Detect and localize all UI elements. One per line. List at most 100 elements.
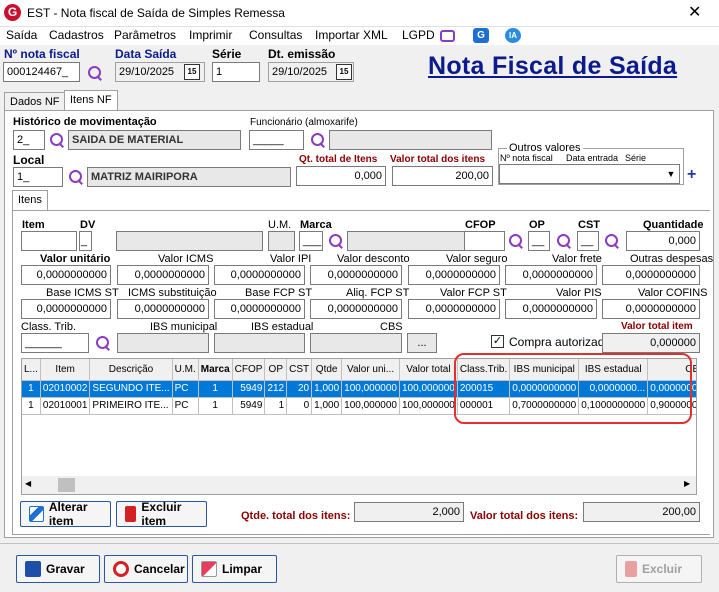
search-icon[interactable] <box>556 233 572 249</box>
menu-consultas[interactable]: Consultas <box>249 28 302 42</box>
edit-icon <box>29 506 44 522</box>
calendar-icon[interactable]: 15 <box>336 64 352 80</box>
menu-cadastros[interactable]: Cadastros <box>49 28 104 42</box>
search-icon[interactable] <box>49 132 65 148</box>
base-icms-st-input[interactable]: 0,0000000000 <box>21 299 111 319</box>
local-code-input[interactable]: 1_ <box>13 167 63 187</box>
search-icon[interactable] <box>508 233 524 249</box>
local-label: Local <box>13 153 45 167</box>
outras-despesas-input[interactable]: 0,0000000000 <box>602 265 700 285</box>
menu-importar-xml[interactable]: Importar XML <box>315 28 388 42</box>
valor-ipi-input[interactable]: 0,0000000000 <box>214 265 305 285</box>
scroll-thumb[interactable] <box>58 478 75 492</box>
scroll-left-icon[interactable]: ◀ <box>25 479 31 488</box>
historico-code-input[interactable]: 2_ <box>13 130 45 150</box>
col-header[interactable]: U.M. <box>172 359 199 381</box>
cfop-label: CFOP <box>465 219 496 231</box>
menu-parametros[interactable]: Parâmetros <box>114 28 176 42</box>
base-fcp-st-input[interactable]: 0,0000000000 <box>214 299 305 319</box>
title-bar: G EST - Nota fiscal de Saída de Simples … <box>0 0 719 27</box>
search-icon[interactable] <box>95 335 111 351</box>
qt-total-input: 0,000 <box>296 166 386 186</box>
outros-data-label: Data entrada <box>566 153 619 163</box>
marca-input[interactable]: ___ <box>299 231 323 251</box>
valor-desconto-input[interactable]: 0,0000000000 <box>310 265 402 285</box>
valor-frete-input[interactable]: 0,0000000000 <box>505 265 597 285</box>
monitor-icon[interactable] <box>440 30 455 42</box>
ia-icon[interactable]: IA <box>505 28 521 43</box>
app-logo-icon: G <box>4 4 21 21</box>
excluir-button[interactable]: Excluir <box>616 555 702 583</box>
col-header[interactable]: Marca <box>198 359 233 381</box>
menu-saida[interactable]: Saída <box>6 28 37 42</box>
item-label: Item <box>22 219 45 231</box>
col-header[interactable]: Valor total <box>399 359 458 381</box>
gravar-button[interactable]: Gravar <box>16 555 100 583</box>
limpar-button[interactable]: Limpar <box>192 555 277 583</box>
highlight-annotation <box>454 353 692 424</box>
op-input[interactable]: __ <box>528 231 550 251</box>
cell: 100,000000 <box>399 397 458 415</box>
alterar-item-button[interactable]: Alterar item <box>20 500 111 528</box>
search-icon[interactable] <box>68 169 84 185</box>
chevron-down-icon[interactable]: ▼ <box>664 166 678 182</box>
um-input <box>268 231 295 251</box>
search-icon[interactable] <box>604 233 620 249</box>
item-desc <box>116 231 263 251</box>
cancelar-label: Cancelar <box>134 562 185 576</box>
cell: 212 <box>264 380 288 398</box>
col-header[interactable]: Qtde <box>311 359 343 381</box>
funcionario-code-input[interactable]: _____ <box>249 130 304 150</box>
g-icon[interactable]: G <box>473 28 489 43</box>
valor-desconto-label: Valor desconto <box>337 253 410 265</box>
col-header[interactable]: Valor uni... <box>341 359 400 381</box>
dv-input[interactable]: _ <box>79 231 92 251</box>
valor-pis-label: Valor PIS <box>556 287 602 299</box>
col-header[interactable]: CFOP <box>232 359 266 381</box>
col-header[interactable]: Item <box>40 359 91 381</box>
col-header[interactable]: CST <box>286 359 313 381</box>
tab-itens[interactable]: Itens <box>12 190 48 211</box>
col-header[interactable]: Descrição <box>89 359 173 381</box>
search-icon[interactable] <box>87 65 103 81</box>
search-icon[interactable] <box>310 132 326 148</box>
cancelar-button[interactable]: Cancelar <box>104 555 188 583</box>
valor-unitario-label: Valor unitário <box>40 253 111 265</box>
valor-fcp-st-input[interactable]: 0,0000000000 <box>408 299 500 319</box>
add-icon[interactable]: + <box>687 166 696 184</box>
scroll-right-icon[interactable]: ▶ <box>684 479 690 488</box>
excluir-item-button[interactable]: Excluir item <box>116 500 207 528</box>
ellipsis-button[interactable]: ... <box>407 333 437 353</box>
eraser-icon <box>201 561 217 577</box>
excluir-item-label: Excluir item <box>141 500 182 528</box>
menu-imprimir[interactable]: Imprimir <box>189 28 232 42</box>
valor-seguro-input[interactable]: 0,0000000000 <box>408 265 500 285</box>
search-icon[interactable] <box>328 233 344 249</box>
valor-unitario-input[interactable]: 0,0000000000 <box>21 265 111 285</box>
serie-label: Série <box>212 47 242 61</box>
ibs-municipal-label: IBS municipal <box>150 321 218 333</box>
cfop-input[interactable] <box>464 231 505 251</box>
serie-input[interactable]: 1 <box>212 62 260 82</box>
compra-autorizada-checkbox[interactable]: ✓ <box>491 335 504 348</box>
menu-lgpd[interactable]: LGPD <box>402 28 435 42</box>
valor-cofins-input[interactable]: 0,0000000000 <box>602 299 700 319</box>
calendar-icon[interactable]: 15 <box>184 64 200 80</box>
tab-dados-nf[interactable]: Dados NF <box>4 92 66 111</box>
item-input[interactable] <box>21 231 77 251</box>
nota-input[interactable]: 000124467_ <box>3 62 80 82</box>
col-header[interactable]: L... <box>22 359 41 381</box>
close-icon[interactable]: ✕ <box>688 2 701 22</box>
class-trib-input[interactable]: ______ <box>21 333 89 353</box>
col-header[interactable]: OP <box>264 359 288 381</box>
valor-pis-input[interactable]: 0,0000000000 <box>505 299 597 319</box>
cst-input[interactable]: __ <box>577 231 599 251</box>
historico-desc: SAIDA DE MATERIAL <box>68 130 241 150</box>
quantidade-input[interactable]: 0,000 <box>626 231 700 251</box>
outros-valores-select[interactable] <box>499 164 680 184</box>
icms-substituicao-input[interactable]: 0,0000000000 <box>117 299 209 319</box>
valor-icms-input[interactable]: 0,0000000000 <box>117 265 209 285</box>
horizontal-scrollbar[interactable]: ◀ ▶ <box>22 476 696 494</box>
aliq-fcp-st-input[interactable]: 0,0000000000 <box>310 299 402 319</box>
tab-itens-nf[interactable]: Itens NF <box>64 90 118 111</box>
